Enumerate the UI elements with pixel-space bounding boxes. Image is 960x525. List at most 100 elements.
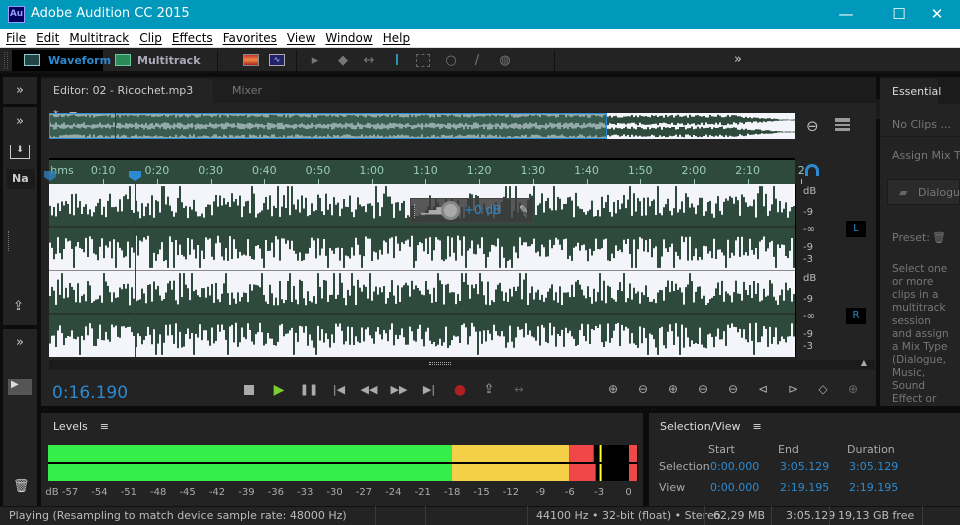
spectral-pitch-icon[interactable]: ∿ [269,54,285,66]
zoom-out-full-icon[interactable]: ⊖ [806,117,819,135]
scroll-grip[interactable] [429,362,451,365]
marquee-tool-icon[interactable] [416,54,430,67]
pause-button[interactable]: ❚❚ [298,382,320,398]
zoom-out-full-icon[interactable]: ⊖ [722,382,744,400]
zoom-out-time-icon[interactable]: ⊖ [692,382,714,400]
meter-scale-label: -33 [297,487,314,498]
ruler-tick-label: 2:00 [681,164,707,177]
menu-view[interactable]: View [283,29,319,47]
trash-icon[interactable]: 🗑 [13,479,30,494]
overview-menu-icon[interactable] [835,118,850,131]
trash-icon[interactable]: 🗑 [932,231,946,244]
channel-right-toggle[interactable]: R [846,308,866,324]
name-column-header[interactable]: Na [7,169,35,189]
razor-tool-icon[interactable]: ◆ [334,52,352,69]
insert-icon[interactable]: ⇪ [13,299,24,314]
slip-tool-icon[interactable]: ↔ [360,52,378,69]
scroll-grip[interactable] [8,231,11,251]
multitrack-mode-button[interactable]: Multitrack [104,50,201,71]
menu-clip[interactable]: Clip [135,29,166,47]
gain-knob[interactable] [441,201,460,220]
meter-scale-label: -15 [473,487,490,498]
view-end-field[interactable]: 2:19.195 [780,481,829,494]
close-button[interactable]: ✕ [914,0,960,29]
menu-multitrack[interactable]: Multitrack [65,29,133,47]
brush-tool-icon[interactable]: / [468,52,486,69]
gain-value[interactable]: +0 dB [464,203,501,217]
scroll-up-icon[interactable]: ▲ [861,358,867,367]
channel-left-toggle[interactable]: L [846,221,866,237]
menu-window[interactable]: Window [321,29,376,47]
spectral-frequency-icon[interactable] [243,54,259,66]
zoom-all-tracks-icon[interactable]: ⊕ [842,382,864,400]
menu-help[interactable]: Help [379,29,414,47]
level-meter[interactable] [48,445,638,481]
selection-end-field[interactable]: 3:05.129 [780,460,829,473]
selection-start-field[interactable]: 0:00.000 [710,460,759,473]
expand-icon[interactable]: » [3,107,37,137]
view-start-field[interactable]: 0:00.000 [710,481,759,494]
row-label-view: View [659,481,686,494]
ruler-tick-label: 1:50 [627,164,653,177]
expand-icon[interactable]: » [3,77,37,104]
horizontal-scrollbar[interactable]: ▲ [49,358,875,370]
menu-favorites[interactable]: Favorites [219,29,281,47]
tab-editor[interactable]: Editor: 02 - Ricochet.mp3 *≡ [41,79,213,121]
waveform-mode-button[interactable]: Waveform [12,50,111,71]
meter-scale-label: -9 [535,487,546,498]
move-tool-icon[interactable]: ▸ [306,52,324,69]
zoom-in-amplitude-icon[interactable]: ⊕ [602,382,624,400]
peak-hold-indicator [599,445,602,462]
panel-menu-icon[interactable]: ≡ [100,420,109,433]
zoom-in-point-icon[interactable]: ⊲ [752,382,774,400]
more-workspaces-icon[interactable]: » [734,52,742,67]
view-duration-field[interactable]: 2:19.195 [849,481,898,494]
loop-playback-button[interactable]: ⇪ [478,382,500,398]
meter-right-segment [569,464,596,481]
zoom-in-time-icon[interactable]: ⊕ [662,382,684,400]
playhead-line[interactable] [135,184,136,357]
meter-left-segment [451,445,570,462]
db-scale-label: -∞ [803,224,815,235]
menu-effects[interactable]: Effects [168,29,217,47]
skip-selection-button[interactable]: ↔ [508,382,530,398]
tab-mixer[interactable]: Mixer [214,79,280,103]
hud-grip-icon[interactable] [414,204,417,218]
panel-menu-icon[interactable]: ≡ [753,420,762,433]
menu-bar: File Edit Multitrack Clip Effects Favorites Vi… [0,29,960,48]
spot-healing-icon[interactable]: ◍ [496,52,514,69]
move-playhead-previous-button[interactable]: |◀ [328,382,350,398]
pin-icon[interactable]: ✎ [519,203,528,216]
headphones-icon[interactable] [805,164,819,176]
grip-handle[interactable] [4,52,8,69]
current-time-display[interactable]: 0:16.190 [52,383,128,403]
lasso-tool-icon[interactable]: ○ [442,52,460,69]
meter-scale-label: -30 [326,487,343,498]
meter-scale-label: dB [45,487,59,498]
play-preview-icon[interactable]: ▶ [8,379,32,395]
hud-gain-control[interactable]: ▁▃▅▇ +0 dB ✎ [410,198,534,223]
dialogue-button[interactable]: ▰Dialogue [887,179,960,205]
status-free-space: 19,13 GB free [829,506,924,525]
expand-icon[interactable]: » [3,329,37,356]
zoom-out-point-icon[interactable]: ⊳ [782,382,804,400]
overview-view-range[interactable] [49,113,607,139]
move-playhead-next-button[interactable]: ▶| [418,382,440,398]
meter-scale-label: -24 [385,487,402,498]
effects-rack-panel: » ▶ 🗑 [3,329,37,506]
fast-forward-button[interactable]: ▶▶ [388,382,410,398]
meter-left-segment [569,445,594,462]
tab-essential[interactable]: Essential [880,79,941,104]
stop-button[interactable] [238,382,260,398]
zoom-out-amplitude-icon[interactable]: ⊖ [632,382,654,400]
menu-file[interactable]: File [2,29,30,47]
time-selection-tool-icon[interactable]: I [388,52,406,69]
rewind-button[interactable]: ◀◀ [358,382,380,398]
menu-edit[interactable]: Edit [32,29,63,47]
record-button[interactable]: ● [449,382,471,398]
selection-duration-field[interactable]: 3:05.129 [849,460,898,473]
zoom-selection-icon[interactable]: ◇ [812,382,834,400]
play-button[interactable]: ▶ [268,382,290,398]
import-icon[interactable]: ⬇ [10,145,30,159]
minimize-button[interactable]: — [823,0,869,29]
